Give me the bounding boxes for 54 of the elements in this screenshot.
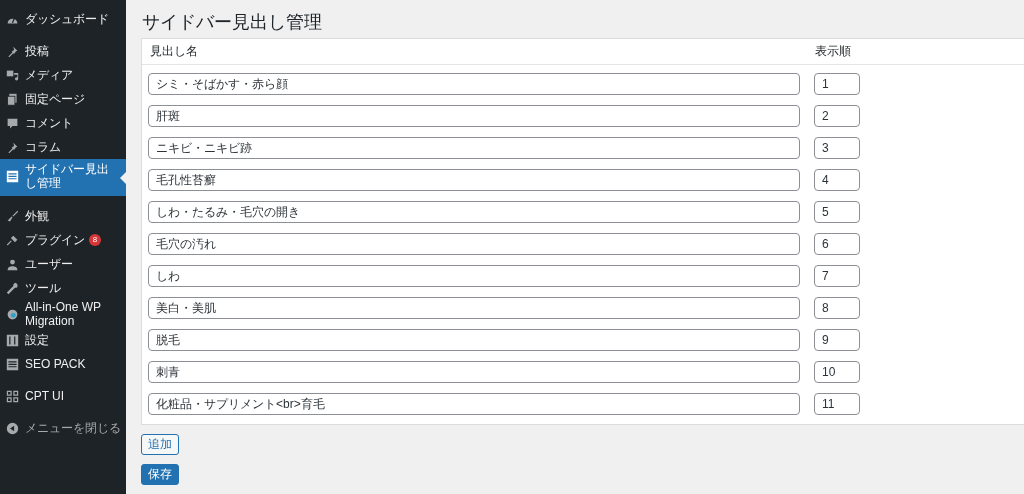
menu-item[interactable]: コメント bbox=[0, 111, 126, 135]
comment-icon bbox=[6, 116, 19, 130]
order-field[interactable]: 5 bbox=[814, 201, 860, 223]
collapse-menu-link[interactable]: メニューを閉じる bbox=[0, 416, 126, 440]
order-field[interactable]: 3 bbox=[814, 137, 860, 159]
order-field[interactable]: 8 bbox=[814, 297, 860, 319]
menu-item[interactable]: SEO PACK bbox=[0, 352, 126, 376]
update-count-badge: 8 bbox=[89, 234, 101, 246]
grid-icon bbox=[6, 389, 19, 403]
menu-item[interactable]: 投稿 bbox=[0, 39, 126, 63]
order-field[interactable]: 2 bbox=[814, 105, 860, 127]
list-icon bbox=[6, 169, 19, 183]
heading-name-field[interactable]: 美白・美肌 bbox=[148, 297, 800, 319]
heading-name-field[interactable]: しわ bbox=[148, 265, 800, 287]
heading-name-field[interactable]: 化粧品・サプリメント<br>育毛 bbox=[148, 393, 800, 415]
order-field[interactable]: 9 bbox=[814, 329, 860, 351]
order-field[interactable]: 4 bbox=[814, 169, 860, 191]
media-icon bbox=[6, 68, 19, 82]
heading-name-field[interactable]: 刺青 bbox=[148, 361, 800, 383]
menu-item[interactable]: 外観 bbox=[0, 204, 126, 228]
column-header: 表示順 bbox=[815, 43, 851, 60]
current-pointer-icon bbox=[120, 171, 126, 184]
heading-name-field[interactable]: 脱毛 bbox=[148, 329, 800, 351]
menu-item[interactable]: CPT UI bbox=[0, 384, 126, 408]
order-field[interactable]: 1 bbox=[814, 73, 860, 95]
menu-item[interactable]: プラグイン 8 bbox=[0, 228, 126, 252]
menu-item[interactable]: 設定 bbox=[0, 328, 126, 352]
column-header: 見出し名 bbox=[150, 43, 199, 60]
menu-item[interactable]: メディア bbox=[0, 63, 126, 87]
menu-item[interactable]: ダッシュボード bbox=[0, 7, 126, 31]
user-icon bbox=[6, 257, 19, 271]
menu-item[interactable]: All-in-One WP Migration bbox=[0, 300, 126, 328]
circle-arrow-icon bbox=[6, 421, 19, 435]
heading-name-field[interactable]: ニキビ・ニキビ跡 bbox=[148, 137, 800, 159]
order-field[interactable]: 10 bbox=[814, 361, 860, 383]
heading-name-field[interactable]: シミ・そばかす・赤ら顔 bbox=[148, 73, 800, 95]
menu-item[interactable]: サイドバー見出し管理 bbox=[0, 159, 126, 196]
save-button[interactable]: 保存 bbox=[141, 464, 179, 485]
heading-name-field[interactable]: しわ・たるみ・毛穴の開き bbox=[148, 201, 800, 223]
order-field[interactable]: 11 bbox=[814, 393, 860, 415]
menu-item[interactable]: コラム bbox=[0, 135, 126, 159]
order-field[interactable]: 6 bbox=[814, 233, 860, 255]
page-title: サイドバー見出し管理 bbox=[142, 11, 323, 33]
menu-item[interactable]: ツール bbox=[0, 276, 126, 300]
wrench-icon bbox=[6, 281, 19, 295]
menu-item[interactable]: ユーザー bbox=[0, 252, 126, 276]
pages-icon bbox=[6, 92, 19, 106]
menu-item[interactable]: 固定ページ bbox=[0, 87, 126, 111]
heading-name-field[interactable]: 肝斑 bbox=[148, 105, 800, 127]
heading-name-field[interactable]: 毛孔性苔癬 bbox=[148, 169, 800, 191]
order-field[interactable]: 7 bbox=[814, 265, 860, 287]
add-button[interactable]: 追加 bbox=[141, 434, 179, 455]
heading-name-field[interactable]: 毛穴の汚れ bbox=[148, 233, 800, 255]
list-icon bbox=[6, 357, 19, 371]
